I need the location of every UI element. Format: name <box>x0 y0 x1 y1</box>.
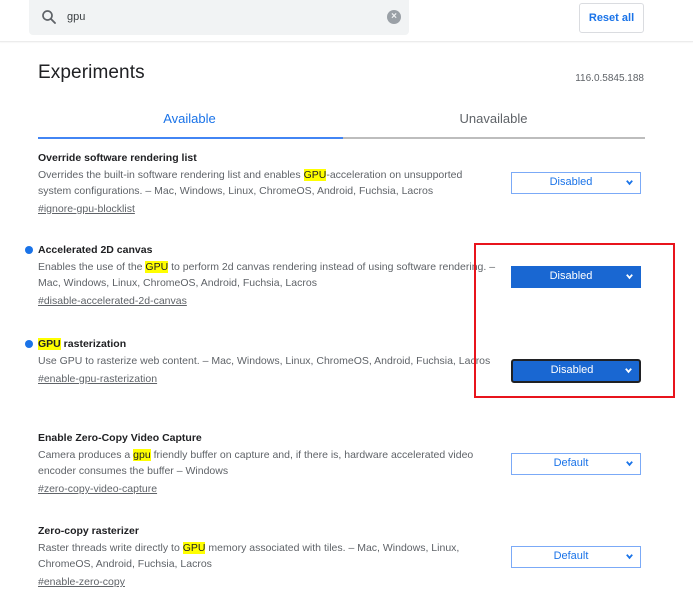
experiment-select[interactable]: Disabled <box>511 266 641 288</box>
version-label: 116.0.5845.188 <box>575 73 644 84</box>
experiment-link[interactable]: #enable-gpu-rasterization <box>38 372 157 386</box>
chevron-down-icon <box>626 180 633 186</box>
experiment-link[interactable]: #disable-accelerated-2d-canvas <box>38 294 187 308</box>
experiment-description: Camera produces a gpu friendly buffer on… <box>38 449 474 477</box>
select-value: Default <box>553 457 589 469</box>
experiment-link[interactable]: #zero-copy-video-capture <box>38 482 157 496</box>
select-value: Disabled <box>550 364 594 376</box>
chevron-down-icon <box>626 461 633 467</box>
select-value: Default <box>553 550 589 562</box>
search-header: × Reset all <box>0 0 693 42</box>
search-match-highlight: GPU <box>38 338 61 350</box>
experiment-description: Raster threads write directly to GPU mem… <box>38 542 460 570</box>
experiment-description: Enables the use of the GPU to perform 2d… <box>38 261 496 289</box>
experiment-title: Accelerated 2D canvas <box>38 244 153 256</box>
chevron-down-icon <box>626 274 633 280</box>
experiment-item: Enable Zero-Copy Video Capture Camera pr… <box>38 431 498 497</box>
modified-indicator-dot <box>25 246 33 254</box>
tab-active-indicator <box>38 137 343 139</box>
modified-indicator-dot <box>25 340 33 348</box>
experiment-select[interactable]: Default <box>511 453 641 475</box>
experiment-item: GPU rasterization Use GPU to rasterize w… <box>25 337 498 387</box>
select-value: Disabled <box>549 176 593 188</box>
experiment-item: Accelerated 2D canvas Enables the use of… <box>25 243 498 309</box>
experiment-title: GPU rasterization <box>38 338 127 350</box>
experiment-title: Enable Zero-Copy Video Capture <box>38 432 202 444</box>
search-match-highlight: GPU <box>182 542 206 554</box>
tab-available[interactable]: Available <box>38 106 341 138</box>
experiment-item: Zero-copy rasterizer Raster threads writ… <box>38 524 498 590</box>
search-match-highlight: GPU <box>303 169 327 181</box>
search-icon <box>42 10 56 24</box>
page-title: Experiments <box>38 62 145 83</box>
tab-divider <box>343 137 645 139</box>
experiment-link[interactable]: #ignore-gpu-blocklist <box>38 202 135 216</box>
search-box[interactable]: × <box>29 0 409 35</box>
chevron-down-icon <box>626 554 633 560</box>
experiment-description: Overrides the built-in software renderin… <box>38 169 463 197</box>
reset-all-button[interactable]: Reset all <box>579 3 644 33</box>
experiment-select[interactable]: Disabled <box>511 359 641 383</box>
experiment-title: Zero-copy rasterizer <box>38 525 139 537</box>
search-input[interactable] <box>67 8 367 26</box>
search-match-highlight: GPU <box>145 261 169 273</box>
select-value: Disabled <box>549 270 593 282</box>
experiment-description: Use GPU to rasterize web content. – Mac,… <box>38 355 491 367</box>
experiment-title: Override software rendering list <box>38 152 197 164</box>
tab-bar: Available Unavailable <box>38 106 645 140</box>
tab-unavailable[interactable]: Unavailable <box>342 106 645 138</box>
experiment-link[interactable]: #enable-zero-copy <box>38 575 125 589</box>
experiment-select[interactable]: Default <box>511 546 641 568</box>
clear-search-icon[interactable]: × <box>387 10 401 24</box>
experiment-item: Override software rendering list Overrid… <box>38 151 498 217</box>
search-match-highlight: gpu <box>133 449 151 461</box>
experiment-select[interactable]: Disabled <box>511 172 641 194</box>
chevron-down-icon <box>625 368 632 374</box>
